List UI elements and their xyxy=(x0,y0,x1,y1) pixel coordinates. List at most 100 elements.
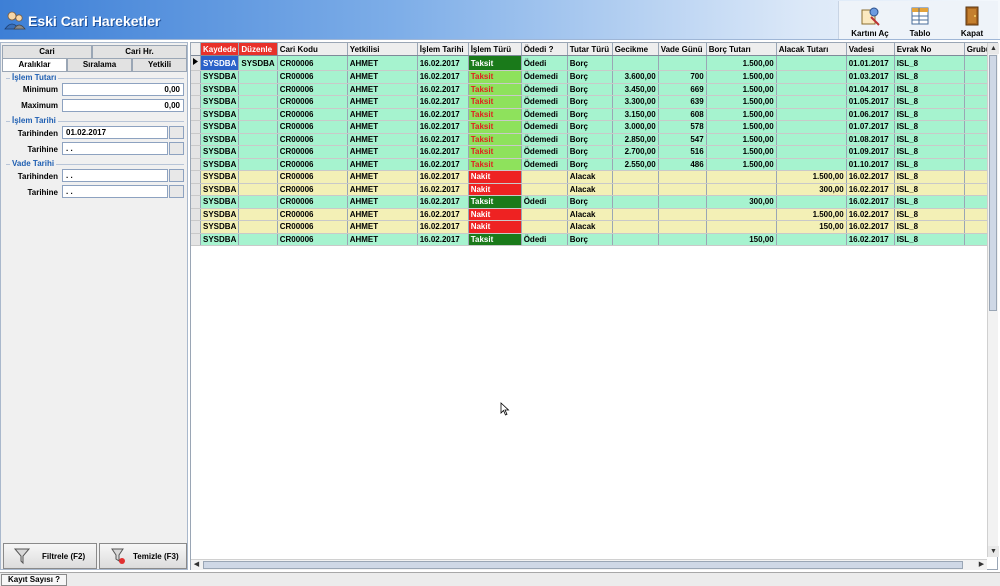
cell-gec[interactable] xyxy=(612,170,659,184)
column-header[interactable]: Ödedi ? xyxy=(521,43,568,56)
cell-evrak[interactable]: ISL_8 xyxy=(894,55,965,71)
column-header[interactable]: Cari Kodu xyxy=(277,43,348,56)
table-row[interactable]: SYSDBA CR00006 AHMET 16.02.2017 Taksit Ödemed… xyxy=(191,145,997,159)
cell-borc[interactable]: 1.500,00 xyxy=(706,108,777,121)
cell-tarih[interactable]: 16.02.2017 xyxy=(417,133,469,146)
record-count-label[interactable]: Kayıt Sayısı ? xyxy=(1,574,68,586)
cell-tarih[interactable]: 16.02.2017 xyxy=(417,70,469,84)
scroll-left-icon[interactable]: ◀ xyxy=(191,560,202,570)
cell-tutar[interactable]: Alacak xyxy=(567,170,613,184)
cell-alacak[interactable] xyxy=(776,70,847,84)
cell-tarih[interactable]: 16.02.2017 xyxy=(417,195,469,209)
cell-tarih[interactable]: 16.02.2017 xyxy=(417,183,469,196)
cell-gec[interactable] xyxy=(612,195,659,209)
cell-vgun[interactable] xyxy=(658,233,707,246)
cell-gec[interactable]: 3.000,00 xyxy=(612,120,659,134)
column-header[interactable]: Kaydede xyxy=(200,43,240,56)
table-row[interactable]: SYSDBA SYSDBA CR00006 AHMET 16.02.2017 Taksit… xyxy=(191,55,997,71)
cell-yet[interactable]: AHMET xyxy=(347,55,418,71)
cell-vade[interactable]: 16.02.2017 xyxy=(846,220,895,234)
cell-d[interactable] xyxy=(238,158,278,171)
cell-alacak[interactable] xyxy=(776,95,847,109)
cell-cari[interactable]: CR00006 xyxy=(277,220,348,234)
cell-d[interactable] xyxy=(238,95,278,109)
cell-d[interactable] xyxy=(238,170,278,184)
tab-yetkili[interactable]: Yetkili xyxy=(132,58,187,71)
cell-yet[interactable]: AHMET xyxy=(347,70,418,84)
column-header[interactable]: İşlem Türü xyxy=(468,43,522,56)
cell-borc[interactable]: 1.500,00 xyxy=(706,70,777,84)
column-header[interactable]: Düzenle xyxy=(238,43,278,56)
column-header[interactable]: Yetkilisi xyxy=(347,43,418,56)
cell-tutar[interactable]: Alacak xyxy=(567,183,613,196)
cell-cari[interactable]: CR00006 xyxy=(277,108,348,121)
cell-tarih[interactable]: 16.02.2017 xyxy=(417,55,469,71)
cell-yet[interactable]: AHMET xyxy=(347,220,418,234)
cell-tutar[interactable]: Borç xyxy=(567,120,613,134)
cell-borc[interactable]: 1.500,00 xyxy=(706,95,777,109)
cell-odedi[interactable] xyxy=(521,220,568,234)
cell-tutar[interactable]: Borç xyxy=(567,70,613,84)
vade-to-date-input[interactable]: . . xyxy=(62,185,168,198)
row-indicator[interactable] xyxy=(191,133,201,146)
cell-cari[interactable]: CR00006 xyxy=(277,95,348,109)
cell-gec[interactable] xyxy=(612,208,659,221)
cell-alacak[interactable]: 300,00 xyxy=(776,183,847,196)
table-row[interactable]: SYSDBA CR00006 AHMET 16.02.2017 Nakit Alacak 1… xyxy=(191,170,997,184)
cell-alacak[interactable] xyxy=(776,55,847,71)
cell-borc[interactable] xyxy=(706,183,777,196)
table-row[interactable]: SYSDBA CR00006 AHMET 16.02.2017 Taksit Ödemed… xyxy=(191,108,997,121)
tab-cari[interactable]: Cari xyxy=(2,45,92,58)
cell-vgun[interactable] xyxy=(658,170,707,184)
cell-odedi[interactable]: Ödemedi xyxy=(521,83,568,96)
cell-tarih[interactable]: 16.02.2017 xyxy=(417,83,469,96)
scroll-thumb[interactable] xyxy=(989,55,997,311)
cell-evrak[interactable]: ISL_8 xyxy=(894,208,965,221)
cell-cari[interactable]: CR00006 xyxy=(277,170,348,184)
cell-borc[interactable] xyxy=(706,220,777,234)
cell-tur[interactable]: Nakit xyxy=(468,220,522,234)
cell-evrak[interactable]: ISL_8 xyxy=(894,183,965,196)
cell-tur[interactable]: Taksit xyxy=(468,233,522,246)
cell-alacak[interactable] xyxy=(776,133,847,146)
cell-k[interactable]: SYSDBA xyxy=(200,158,240,171)
cell-alacak[interactable]: 1.500,00 xyxy=(776,208,847,221)
vertical-scrollbar[interactable]: ▲ ▼ xyxy=(987,43,999,557)
cell-odedi[interactable] xyxy=(521,183,568,196)
cell-odedi[interactable]: Ödemedi xyxy=(521,70,568,84)
cell-vade[interactable]: 16.02.2017 xyxy=(846,208,895,221)
calendar-icon[interactable] xyxy=(169,169,184,182)
cell-d[interactable] xyxy=(238,108,278,121)
table-row[interactable]: SYSDBA CR00006 AHMET 16.02.2017 Taksit Ödemed… xyxy=(191,95,997,109)
cell-evrak[interactable]: ISL_8 xyxy=(894,158,965,171)
table-row[interactable]: SYSDBA CR00006 AHMET 16.02.2017 Nakit Alacak 1… xyxy=(191,220,997,234)
cell-alacak[interactable] xyxy=(776,145,847,159)
cell-vgun[interactable] xyxy=(658,208,707,221)
cell-tarih[interactable]: 16.02.2017 xyxy=(417,145,469,159)
cell-k[interactable]: SYSDBA xyxy=(200,233,240,246)
cell-d[interactable] xyxy=(238,70,278,84)
cell-tur[interactable]: Taksit xyxy=(468,120,522,134)
cell-cari[interactable]: CR00006 xyxy=(277,145,348,159)
cell-tarih[interactable]: 16.02.2017 xyxy=(417,95,469,109)
cell-k[interactable]: SYSDBA xyxy=(200,220,240,234)
cell-yet[interactable]: AHMET xyxy=(347,108,418,121)
cell-d[interactable] xyxy=(238,120,278,134)
table-row[interactable]: SYSDBA CR00006 AHMET 16.02.2017 Taksit Ödemed… xyxy=(191,158,997,171)
cell-cari[interactable]: CR00006 xyxy=(277,70,348,84)
table-button[interactable]: Tablo xyxy=(899,3,941,39)
cell-vgun[interactable]: 669 xyxy=(658,83,707,96)
cell-k[interactable]: SYSDBA xyxy=(200,183,240,196)
cell-yet[interactable]: AHMET xyxy=(347,158,418,171)
cell-evrak[interactable]: ISL_8 xyxy=(894,133,965,146)
table-row[interactable]: SYSDBA CR00006 AHMET 16.02.2017 Taksit Ödemed… xyxy=(191,120,997,134)
cell-d[interactable]: SYSDBA xyxy=(238,55,278,71)
cell-tutar[interactable]: Borç xyxy=(567,145,613,159)
cell-d[interactable] xyxy=(238,220,278,234)
table-row[interactable]: SYSDBA CR00006 AHMET 16.02.2017 Taksit Ödemed… xyxy=(191,70,997,84)
cell-d[interactable] xyxy=(238,183,278,196)
cell-vgun[interactable]: 608 xyxy=(658,108,707,121)
cell-alacak[interactable] xyxy=(776,108,847,121)
minimum-input[interactable]: 0,00 xyxy=(62,83,184,96)
filter-button[interactable]: Filtrele (F2) xyxy=(3,543,97,569)
